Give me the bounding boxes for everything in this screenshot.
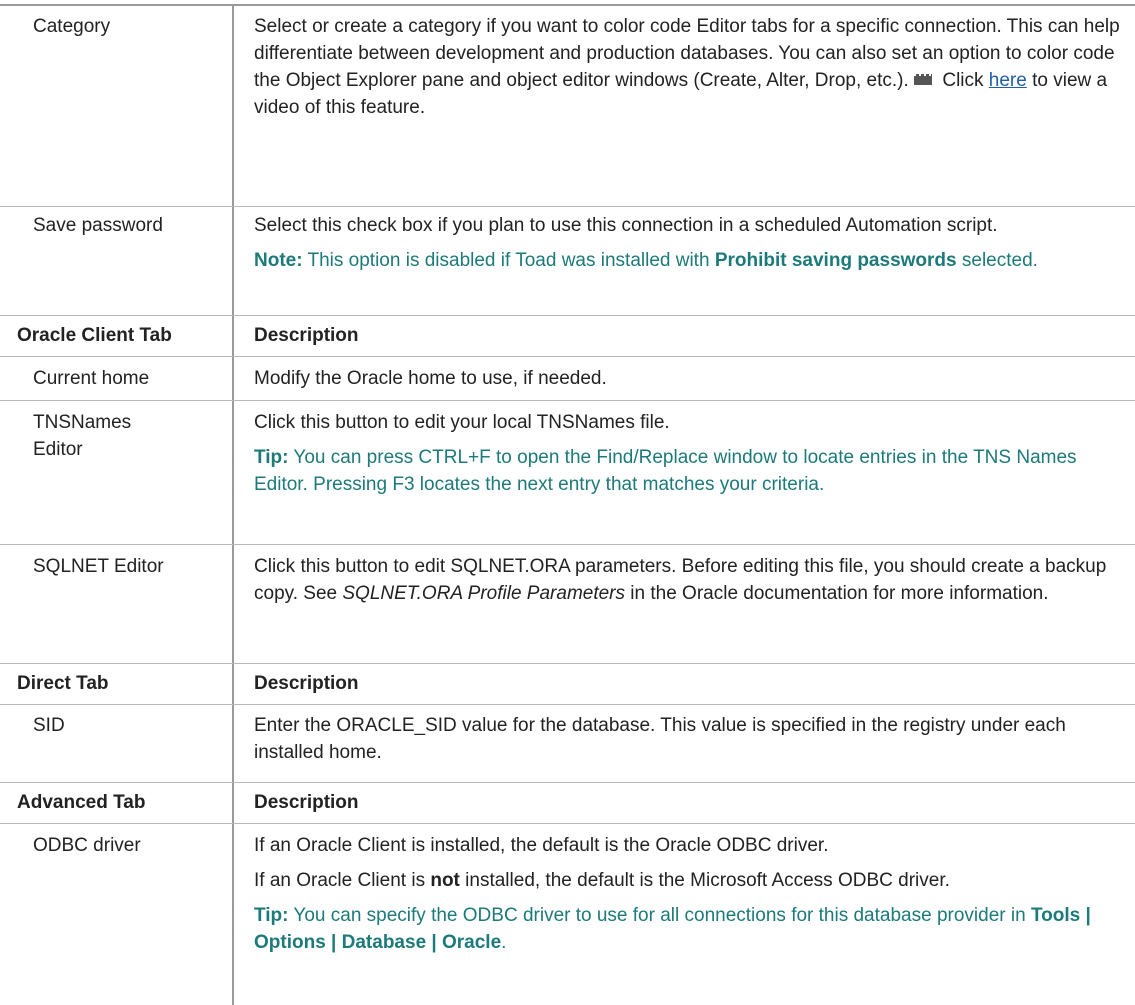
row-divider [0, 823, 1135, 824]
row-label-category: Category [33, 16, 111, 37]
sqlnet-profile-reference: SQLNET.ORA Profile Parameters [342, 583, 626, 604]
video-link[interactable]: here [989, 70, 1027, 91]
odbc-tip: Tip: You can specify the ODBC driver to … [254, 905, 1091, 953]
header-oracle-client-tab: Oracle Client Tab [17, 325, 172, 346]
row-desc-sid: Enter the ORACLE_SID value for the datab… [254, 715, 1066, 763]
header-direct-tab: Direct Tab [17, 673, 109, 694]
row-label-sid: SID [33, 715, 65, 736]
header-advanced-tab: Advanced Tab [17, 792, 146, 813]
row-divider [0, 356, 1135, 357]
connection-options-table: Category Select or create a category if … [0, 0, 1135, 1005]
tnsnames-text: Click this button to edit your local TNS… [254, 412, 670, 433]
note-lead: Note: [254, 250, 303, 271]
video-icon [914, 73, 933, 85]
row-label-current-home: Current home [33, 368, 150, 389]
row-divider [0, 782, 1135, 783]
header-description: Description [254, 673, 359, 694]
save-password-text: Select this check box if you plan to use… [254, 215, 998, 236]
tnsnames-tip: Tip: You can press CTRL+F to open the Fi… [254, 447, 1077, 495]
row-divider [0, 544, 1135, 545]
row-divider [0, 400, 1135, 401]
header-description: Description [254, 792, 359, 813]
row-desc-sqlnet-editor: Click this button to edit SQLNET.ORA par… [254, 556, 1107, 604]
row-label-odbc-driver: ODBC driver [33, 835, 141, 856]
row-divider [0, 206, 1135, 207]
save-password-note: Note: This option is disabled if Toad wa… [254, 250, 1038, 271]
odbc-text-installed: If an Oracle Client is installed, the de… [254, 835, 829, 856]
row-desc-category: Select or create a category if you want … [254, 13, 1129, 121]
row-label-tnsnames-editor: TNSNames Editor [33, 412, 132, 460]
row-desc-odbc-driver: If an Oracle Client is installed, the de… [254, 832, 1129, 956]
row-divider [0, 704, 1135, 705]
row-label-sqlnet-editor: SQLNET Editor [33, 556, 164, 577]
row-desc-current-home: Modify the Oracle home to use, if needed… [254, 368, 607, 389]
column-divider [232, 4, 234, 1005]
row-desc-tnsnames-editor: Click this button to edit your local TNS… [254, 409, 1129, 498]
table-top-border [0, 4, 1135, 6]
category-text-click: Click [937, 70, 989, 91]
header-description: Description [254, 325, 359, 346]
row-divider [0, 315, 1135, 316]
row-label-save-password: Save password [33, 215, 163, 236]
row-divider [0, 663, 1135, 664]
odbc-text-not-installed: If an Oracle Client is not installed, th… [254, 870, 950, 891]
row-desc-save-password: Select this check box if you plan to use… [254, 212, 1129, 274]
